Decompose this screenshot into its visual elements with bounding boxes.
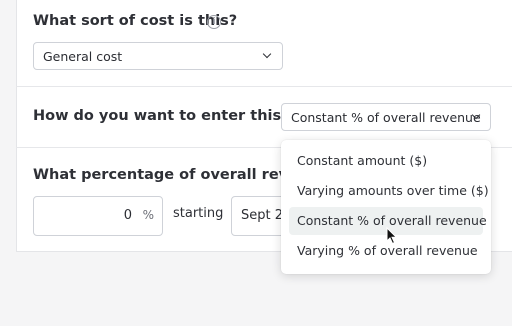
percentage-input[interactable]: 0 % xyxy=(33,196,163,236)
percentage-value: 0 xyxy=(123,208,132,223)
starting-label: starting xyxy=(173,206,224,221)
info-icon[interactable]: i xyxy=(207,15,221,29)
start-date-value: Sept 2 xyxy=(241,208,284,223)
entry-method-dropdown-menu: Constant amount ($) Varying amounts over… xyxy=(281,140,491,274)
mouse-cursor-icon xyxy=(386,227,398,245)
menu-option-constant-amount[interactable]: Constant amount ($) xyxy=(289,147,483,175)
cost-type-select[interactable]: General cost xyxy=(33,42,283,70)
cost-type-select-value: General cost xyxy=(43,49,123,64)
section-divider xyxy=(16,86,512,87)
menu-option-varying-amounts[interactable]: Varying amounts over time ($) xyxy=(289,177,489,205)
percent-unit: % xyxy=(142,208,154,222)
entry-method-select-value: Constant % of overall revenue xyxy=(291,110,481,125)
chevron-down-icon xyxy=(262,49,272,59)
entry-method-select[interactable]: Constant % of overall revenue xyxy=(281,103,491,131)
